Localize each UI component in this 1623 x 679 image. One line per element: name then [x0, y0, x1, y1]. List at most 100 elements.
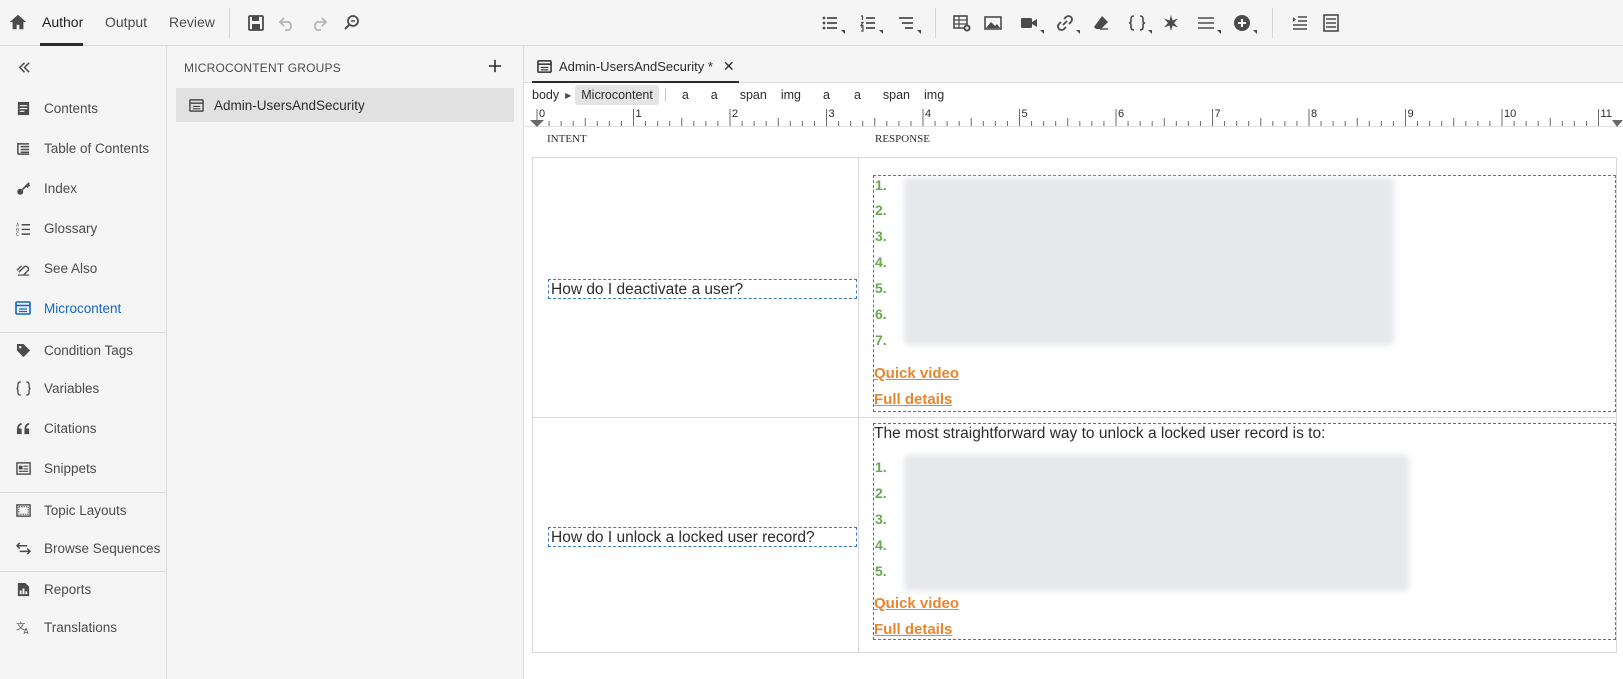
nav-item-microcontent[interactable]: Microcontent: [0, 293, 166, 323]
breadcrumb-item[interactable]: a: [674, 88, 697, 102]
ruler-label: 10: [1504, 108, 1516, 120]
document-tab[interactable]: Admin-UsersAndSecurity * ✕: [532, 52, 739, 83]
undo-icon[interactable]: [275, 11, 299, 35]
list-number: 5.: [875, 563, 887, 579]
list-number: 1.: [875, 459, 887, 475]
response-field[interactable]: 1. 2. 3. 4. 5. 6. 7. Quick video Full de…: [873, 175, 1616, 412]
nav-item-condition-tags[interactable]: Condition Tags: [0, 335, 166, 365]
tab-output[interactable]: Output: [105, 14, 147, 30]
nav-item-snippets[interactable]: Snippets: [0, 453, 166, 483]
ruler-label: 3: [829, 108, 835, 120]
breadcrumb-item[interactable]: span: [869, 88, 918, 102]
nav-divider: [0, 332, 166, 333]
horizontal-line-icon[interactable]: [1194, 11, 1221, 35]
microcontent-groups-panel: MICROCONTENT GROUPS Admin-UsersAndSecuri…: [167, 46, 524, 679]
editor-pane: Admin-UsersAndSecurity * ✕ body ▶ Microc…: [524, 46, 1623, 679]
ruler-label: 7: [1215, 108, 1221, 120]
ruler-graphic: 0 1 2 3 4 5 6 7 8 9 10 11: [530, 108, 1623, 127]
element-breadcrumb: body ▶ Microcontent a a span img a a spa…: [524, 83, 1623, 107]
left-navigation: Contents Table of Contents Index ABC Glo…: [0, 46, 167, 679]
ruler-label: 8: [1311, 108, 1317, 120]
list-number: 3.: [875, 511, 887, 527]
nav-item-citations[interactable]: Citations: [0, 413, 166, 443]
list-number: 4.: [875, 537, 887, 553]
list-number: 2.: [875, 202, 887, 218]
nav-item-glossary[interactable]: ABC Glossary: [0, 213, 166, 243]
snippet-icon: [13, 458, 33, 478]
column-divider: [858, 158, 859, 652]
multilevel-list-icon[interactable]: [894, 11, 921, 35]
numbered-list-icon[interactable]: [856, 11, 883, 35]
list-number: 6.: [875, 306, 887, 322]
find-replace-icon[interactable]: [340, 11, 364, 35]
breadcrumb-item[interactable]: body: [524, 88, 565, 102]
symbol-icon[interactable]: [1159, 11, 1183, 35]
groups-title: MICROCONTENT GROUPS: [184, 61, 341, 75]
insert-plus-icon[interactable]: [1230, 11, 1257, 35]
group-item[interactable]: Admin-UsersAndSecurity: [176, 88, 514, 122]
contents-icon: [13, 98, 33, 118]
document-tabbar: Admin-UsersAndSecurity * ✕: [524, 46, 1623, 83]
list-number: 1.: [875, 177, 887, 193]
quick-video-link[interactable]: Quick video: [874, 365, 959, 382]
nav-item-see-also[interactable]: See Also: [0, 253, 166, 283]
ruler-label: 9: [1408, 108, 1414, 120]
breadcrumb-item[interactable]: img: [775, 88, 809, 102]
breadcrumb-item[interactable]: a: [697, 88, 726, 102]
indent-icon[interactable]: [1288, 11, 1312, 35]
tab-author[interactable]: Author: [42, 14, 83, 30]
ruler: 0 1 2 3 4 5 6 7 8 9 10 11: [524, 107, 1623, 127]
svg-text:C: C: [16, 232, 20, 236]
ruler-label: 6: [1118, 108, 1124, 120]
bulleted-list-icon[interactable]: [818, 11, 845, 35]
home-icon[interactable]: [6, 10, 30, 34]
breadcrumb-item-selected[interactable]: Microcontent: [575, 85, 659, 105]
layout-icon: [13, 500, 33, 520]
full-details-link[interactable]: Full details: [874, 621, 952, 638]
nav-item-variables[interactable]: Variables: [0, 373, 166, 403]
insert-video-icon[interactable]: [1017, 11, 1044, 35]
quick-video-link[interactable]: Quick video: [874, 595, 959, 612]
nav-item-reports[interactable]: Reports: [0, 574, 166, 604]
save-icon[interactable]: [244, 11, 268, 35]
nav-item-index[interactable]: Index: [0, 173, 166, 203]
insert-image-icon[interactable]: [981, 11, 1005, 35]
toolbar-divider: [229, 8, 230, 38]
breadcrumb-arrow-icon: ▶: [565, 90, 572, 100]
intent-column-header: INTENT: [547, 133, 587, 145]
right-indent-marker[interactable]: [1612, 120, 1623, 127]
breadcrumb-divider: [664, 88, 666, 102]
breadcrumb-item[interactable]: img: [918, 88, 952, 102]
variable-icon[interactable]: [1125, 11, 1152, 35]
key-icon: [13, 178, 33, 198]
nav-item-contents[interactable]: Contents: [0, 93, 166, 123]
collapse-panel-icon[interactable]: [14, 57, 34, 77]
close-icon[interactable]: ✕: [723, 58, 735, 75]
full-details-link[interactable]: Full details: [874, 391, 952, 408]
tab-review[interactable]: Review: [169, 14, 215, 30]
nav-item-topic-layouts[interactable]: Topic Layouts: [0, 495, 166, 525]
microcontent-icon: [188, 97, 204, 113]
braces-icon: [13, 378, 33, 398]
nav-item-translations[interactable]: 文A Translations: [0, 612, 166, 642]
glossary-icon: ABC: [13, 218, 33, 238]
arrows-icon: [13, 538, 33, 558]
nav-divider: [0, 492, 166, 493]
insert-link-icon[interactable]: [1053, 11, 1080, 35]
eraser-icon[interactable]: [1089, 11, 1113, 35]
insert-table-icon[interactable]: [950, 11, 974, 35]
intent-field[interactable]: How do I deactivate a user?: [548, 279, 857, 299]
left-indent-marker[interactable]: [530, 120, 544, 127]
redo-icon[interactable]: [307, 11, 331, 35]
intent-field[interactable]: How do I unlock a locked user record?: [548, 527, 857, 547]
toc-icon: [13, 138, 33, 158]
outdent-icon[interactable]: [1319, 11, 1343, 35]
breadcrumb-item[interactable]: a: [809, 88, 838, 102]
response-field[interactable]: The most straightforward way to unlock a…: [873, 423, 1616, 640]
nav-item-browse-sequences[interactable]: Browse Sequences: [0, 533, 166, 563]
nav-item-table-of-contents[interactable]: Table of Contents: [0, 133, 166, 163]
add-group-icon[interactable]: [484, 55, 506, 77]
breadcrumb-item[interactable]: a: [838, 88, 869, 102]
ruler-label: 11: [1601, 108, 1612, 120]
breadcrumb-item[interactable]: span: [726, 88, 775, 102]
